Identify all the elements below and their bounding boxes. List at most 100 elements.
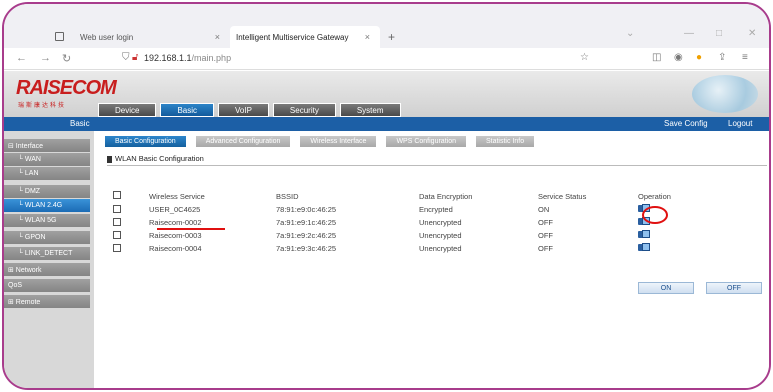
encryption-cell: Unencrypted	[419, 231, 462, 240]
extension-icon[interactable]: ●	[696, 52, 702, 63]
url-host: 192.168.1.1	[144, 53, 192, 63]
sidebar-item-link-detect[interactable]: └ LINK_DETECT	[4, 247, 90, 260]
column-header: Data Encryption	[419, 191, 473, 201]
row-checkbox-cell	[111, 229, 149, 242]
bssid-cell: 7a:91:e9:3c:46:25	[276, 244, 337, 253]
globe-hand-image	[692, 75, 758, 113]
table-row: Raisecom-0003 7a:91:e9:2c:46:25 Unencryp…	[111, 229, 741, 242]
screenshot-frame: Web user login × Intelligent Multiservic…	[2, 2, 771, 390]
wireless-service-cell: Raisecom-0004	[149, 244, 202, 253]
sidebar-item-gpon[interactable]: └ GPON	[4, 231, 90, 244]
new-tab-button[interactable]: +	[388, 30, 395, 44]
sidebar-item-lan[interactable]: └ LAN	[4, 167, 90, 180]
wireless-service-cell: USER_0C4625	[149, 205, 201, 214]
status-cell: OFF	[538, 231, 553, 240]
column-header: Operation	[638, 191, 671, 201]
annotation-underline	[157, 228, 225, 230]
minimize-icon[interactable]: —	[684, 28, 694, 39]
menu-tab-voip[interactable]: VoIP	[218, 103, 269, 117]
sidebar-item-wlan-2-4g[interactable]: └ WLAN 2.4G	[4, 199, 90, 212]
sidebar-item-network[interactable]: ⊞ Network	[4, 263, 90, 276]
tab-list-icon[interactable]	[55, 32, 64, 41]
row-checkbox[interactable]	[113, 243, 121, 252]
sidebar-item-dmz[interactable]: └ DMZ	[4, 185, 90, 198]
save-config-link[interactable]: Save Config	[664, 119, 708, 128]
menu-tab-device[interactable]: Device	[98, 103, 157, 117]
tab-label: Web user login	[80, 32, 134, 42]
sidebar: ⊟ Interface └ WAN └ LAN └ DMZ └ WLAN 2.4…	[4, 131, 94, 388]
share-icon[interactable]: ⇪	[718, 52, 726, 63]
bssid-cell: 7a:91:e9:1c:46:25	[276, 218, 337, 227]
sidebar-item-remote[interactable]: ⊞ Remote	[4, 295, 90, 308]
menu-tab-security[interactable]: Security	[272, 103, 336, 117]
logo-subtitle: 瑞斯康达科技	[18, 103, 67, 109]
reload-icon[interactable]: ↻	[62, 52, 71, 65]
row-checkbox[interactable]	[113, 217, 121, 226]
browser-navbar: ← → ↻ ⛉ 🔓︎ 192.168.1.1/main.php ☆ ◫ ◉ ● …	[4, 48, 769, 70]
close-window-icon[interactable]: ✕	[748, 28, 756, 39]
column-header: Wireless Service	[149, 191, 205, 201]
tab-statistic-info[interactable]: Statistic Info	[475, 136, 535, 147]
shield-icon[interactable]: ⛉	[122, 52, 130, 63]
operation-cell	[638, 229, 741, 242]
section-title: WLAN Basic Configuration	[107, 154, 767, 166]
sidebar-item-qos[interactable]: QoS	[4, 279, 90, 292]
sidebar-item-interface[interactable]: ⊟ Interface	[4, 139, 90, 152]
address-bar[interactable]: 192.168.1.1/main.php	[144, 53, 231, 63]
tab-list-dropdown-icon[interactable]: ⌄	[626, 28, 634, 39]
main-content: Basic Configuration Advanced Configurati…	[99, 131, 769, 388]
encryption-cell: Encrypted	[419, 205, 453, 214]
tab-basic-configuration[interactable]: Basic Configuration	[105, 136, 186, 147]
wireless-service-cell: Raisecom-0003	[149, 231, 202, 240]
tab-wireless-interface[interactable]: Wireless Interface	[300, 136, 377, 147]
edit-icon[interactable]	[638, 243, 650, 252]
raisecom-logo: RAISECOM	[16, 77, 117, 99]
encryption-cell: Unencrypted	[419, 218, 462, 227]
off-button[interactable]: OFF	[706, 282, 762, 294]
bookmark-star-icon[interactable]: ☆	[580, 52, 589, 63]
account-icon[interactable]: ◉	[674, 52, 683, 63]
row-checkbox-cell	[111, 242, 149, 255]
select-all-checkbox[interactable]	[113, 191, 121, 199]
tab-wps-configuration[interactable]: WPS Configuration	[386, 136, 466, 147]
insecure-lock-icon[interactable]: 🔓︎	[132, 52, 138, 63]
encryption-cell: Unencrypted	[419, 244, 462, 253]
table-row: Raisecom-0004 7a:91:e9:3c:46:25 Unencryp…	[111, 242, 741, 255]
back-icon[interactable]: ←	[16, 52, 27, 64]
bssid-cell: 78:91:e9:0c:46:25	[276, 205, 337, 214]
menu-icon[interactable]: ≡	[742, 52, 748, 63]
app-header: RAISECOM 瑞斯康达科技 Device Basic VoIP Securi…	[4, 71, 769, 117]
column-header: BSSID	[276, 191, 299, 201]
edit-icon[interactable]	[638, 230, 650, 239]
table-header-row: Wireless Service BSSID Data Encryption S…	[111, 189, 741, 203]
browser-tab-gateway[interactable]: Intelligent Multiservice Gateway ×	[230, 26, 380, 48]
pocket-icon[interactable]: ◫	[652, 52, 661, 63]
row-checkbox-cell	[111, 203, 149, 216]
sidebar-item-wan[interactable]: └ WAN	[4, 153, 90, 166]
tab-advanced-configuration[interactable]: Advanced Configuration	[195, 136, 291, 147]
close-icon[interactable]: ×	[365, 32, 370, 42]
row-checkbox[interactable]	[113, 230, 121, 239]
maximize-icon[interactable]: □	[716, 28, 722, 39]
section-label: Basic	[70, 119, 90, 128]
main-menu: Device Basic VoIP Security System	[98, 103, 401, 117]
close-icon[interactable]: ×	[215, 32, 220, 42]
select-all-cell	[111, 189, 149, 203]
column-header: Service Status	[538, 191, 587, 201]
on-button[interactable]: ON	[638, 282, 694, 294]
status-cell: OFF	[538, 218, 553, 227]
sidebar-item-wlan-5g[interactable]: └ WLAN 5G	[4, 214, 90, 227]
menu-tab-system[interactable]: System	[339, 103, 401, 117]
status-cell: OFF	[538, 244, 553, 253]
logout-link[interactable]: Logout	[728, 119, 752, 128]
row-checkbox[interactable]	[113, 204, 121, 213]
menu-tab-basic[interactable]: Basic	[160, 103, 215, 117]
browser-tabstrip: Web user login × Intelligent Multiservic…	[4, 4, 769, 48]
bssid-cell: 7a:91:e9:2c:46:25	[276, 231, 337, 240]
browser-tab-login[interactable]: Web user login ×	[50, 26, 230, 48]
row-checkbox-cell	[111, 216, 149, 229]
operation-cell	[638, 242, 741, 255]
section-bar: Basic Save Config Logout	[4, 117, 769, 131]
tab-label: Intelligent Multiservice Gateway	[236, 32, 349, 42]
forward-icon[interactable]: →	[40, 52, 51, 64]
